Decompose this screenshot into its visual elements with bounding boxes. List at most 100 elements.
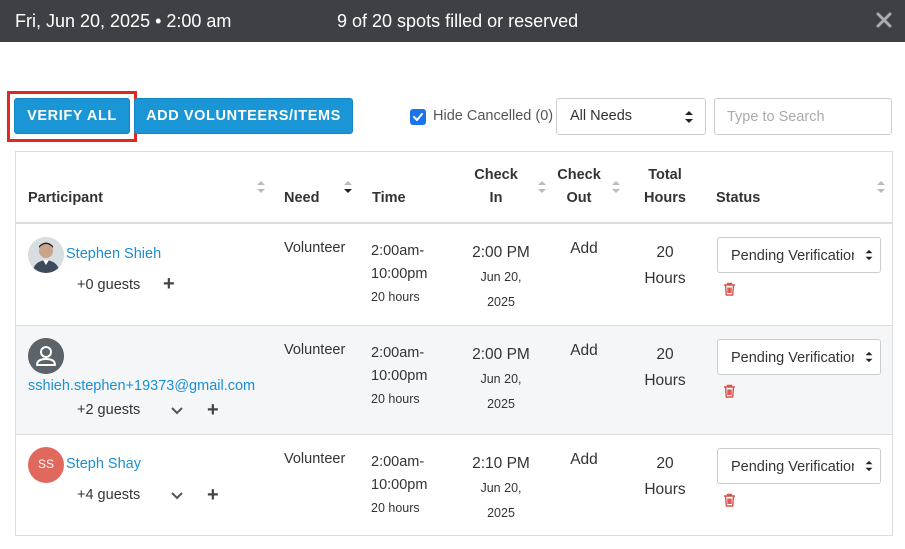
trash-icon[interactable] — [723, 384, 736, 398]
close-icon[interactable] — [874, 11, 894, 31]
col-check-out-line2: Out — [566, 190, 592, 206]
time-value: 2:00am- 10:00pm 20 hours — [371, 451, 427, 520]
col-check-out[interactable]: Check Out — [554, 164, 604, 210]
check-in-time: 2:00 PM — [472, 346, 530, 363]
verify-all-button[interactable]: VERIFY ALL — [14, 98, 130, 134]
avatar[interactable] — [28, 237, 64, 273]
participant-name[interactable]: Steph Shay — [66, 456, 141, 472]
status-select[interactable]: Pending Verification — [717, 237, 881, 273]
table-row: Stephen Shieh +0 guests + Volunteer 2:00… — [16, 224, 892, 326]
status-select-value: Pending Verification — [731, 248, 860, 264]
check-in-year: 2025 — [487, 397, 515, 411]
sort-icon[interactable] — [538, 180, 546, 194]
time-hours: 20 hours — [371, 290, 420, 304]
status-select-value: Pending Verification — [731, 350, 860, 366]
default-user-icon — [28, 338, 64, 374]
col-check-out-line1: Check — [557, 167, 601, 183]
total-hours-unit: Hours — [644, 270, 686, 287]
total-hours-number: 20 — [656, 455, 674, 472]
status-select[interactable]: Pending Verification — [717, 339, 881, 375]
time-value: 2:00am- 10:00pm 20 hours — [371, 240, 427, 309]
chevron-down-icon[interactable] — [171, 492, 183, 500]
add-volunteers-button[interactable]: ADD VOLUNTEERS/ITEMS — [134, 98, 353, 134]
col-participant[interactable]: Participant — [28, 187, 103, 210]
total-hours-value: 20 Hours — [638, 342, 692, 394]
select-arrows-icon — [854, 238, 880, 272]
col-need[interactable]: Need — [284, 187, 319, 210]
guests-count: +4 guests — [77, 487, 141, 503]
add-guest-icon[interactable]: + — [207, 400, 219, 420]
need-value: Volunteer — [284, 451, 346, 467]
avatar[interactable] — [28, 338, 64, 374]
check-in-time: 2:10 PM — [472, 455, 530, 472]
col-check-in-line1: Check — [474, 167, 518, 183]
participant-email[interactable]: sshieh.stephen+19373@gmail.com — [28, 378, 255, 394]
sort-desc-icon[interactable] — [344, 180, 352, 194]
participant-name[interactable]: Stephen Shieh — [66, 246, 161, 262]
participants-table: Participant Need Time Check In Check Out… — [15, 151, 893, 536]
time-hours: 20 hours — [371, 392, 420, 406]
header-bar: Fri, Jun 20, 2025 • 2:00 am 9 of 20 spot… — [0, 0, 905, 42]
time-range-start: 2:00am- — [371, 454, 425, 470]
col-check-in[interactable]: Check In — [471, 164, 521, 210]
check-in-date: Jun 20, — [480, 372, 522, 386]
total-hours-value: 20 Hours — [638, 240, 692, 292]
sort-icon[interactable] — [877, 180, 885, 194]
table-row: SS Steph Shay +4 guests + Volunteer 2:00… — [16, 435, 892, 535]
checkmark-icon — [413, 113, 423, 121]
chevron-down-icon[interactable] — [171, 407, 183, 415]
check-in-value[interactable]: 2:10 PM Jun 20, 2025 — [461, 451, 541, 526]
time-range-end: 10:00pm — [371, 266, 428, 282]
check-in-date: Jun 20, — [480, 270, 522, 284]
col-total-hours[interactable]: Total Hours — [638, 164, 692, 210]
check-in-date: Jun 20, — [480, 481, 522, 495]
col-total-line1: Total — [648, 167, 682, 183]
sort-icon[interactable] — [257, 180, 265, 194]
trash-icon[interactable] — [723, 282, 736, 296]
check-in-year: 2025 — [487, 506, 515, 520]
total-hours-unit: Hours — [644, 481, 686, 498]
check-in-value[interactable]: 2:00 PM Jun 20, 2025 — [461, 342, 541, 417]
col-total-line2: Hours — [644, 190, 686, 206]
hide-cancelled-label[interactable]: Hide Cancelled (0) — [433, 108, 553, 124]
status-select[interactable]: Pending Verification — [717, 448, 881, 484]
col-time[interactable]: Time — [372, 187, 406, 210]
time-value: 2:00am- 10:00pm 20 hours — [371, 342, 427, 411]
check-out-add[interactable]: Add — [564, 451, 604, 469]
needs-select[interactable]: All Needs — [556, 98, 706, 135]
add-guest-icon[interactable]: + — [207, 485, 219, 505]
hide-cancelled-checkbox[interactable] — [410, 109, 426, 125]
check-in-time: 2:00 PM — [472, 244, 530, 261]
guests-count: +0 guests — [77, 277, 141, 293]
need-value: Volunteer — [284, 342, 346, 358]
sort-icon[interactable] — [612, 180, 620, 194]
search-input[interactable] — [714, 98, 892, 135]
select-arrows-icon — [685, 111, 693, 123]
table-row: sshieh.stephen+19373@gmail.com +2 guests… — [16, 326, 892, 435]
trash-icon[interactable] — [723, 493, 736, 507]
select-arrows-icon — [854, 449, 880, 483]
time-hours: 20 hours — [371, 501, 420, 515]
status-select-value: Pending Verification — [731, 459, 860, 475]
col-check-in-line2: In — [489, 190, 503, 206]
total-hours-unit: Hours — [644, 372, 686, 389]
profile-photo — [28, 237, 64, 273]
spots-status: 9 of 20 spots filled or reserved — [337, 11, 579, 31]
avatar[interactable]: SS — [28, 447, 64, 483]
event-date: Fri, Jun 20, 2025 • 2:00 am — [15, 11, 232, 31]
needs-select-value: All Needs — [570, 108, 633, 124]
time-range-end: 10:00pm — [371, 477, 428, 493]
add-guest-icon[interactable]: + — [163, 274, 175, 294]
guests-count: +2 guests — [77, 402, 141, 418]
check-out-add[interactable]: Add — [564, 342, 604, 360]
check-in-year: 2025 — [487, 295, 515, 309]
col-status[interactable]: Status — [716, 187, 760, 210]
time-range-start: 2:00am- — [371, 243, 425, 259]
need-value: Volunteer — [284, 240, 346, 256]
total-hours-number: 20 — [656, 346, 674, 363]
total-hours-number: 20 — [656, 244, 674, 261]
check-out-add[interactable]: Add — [564, 240, 604, 258]
check-in-value[interactable]: 2:00 PM Jun 20, 2025 — [461, 240, 541, 315]
time-range-start: 2:00am- — [371, 345, 425, 361]
total-hours-value: 20 Hours — [638, 451, 692, 503]
